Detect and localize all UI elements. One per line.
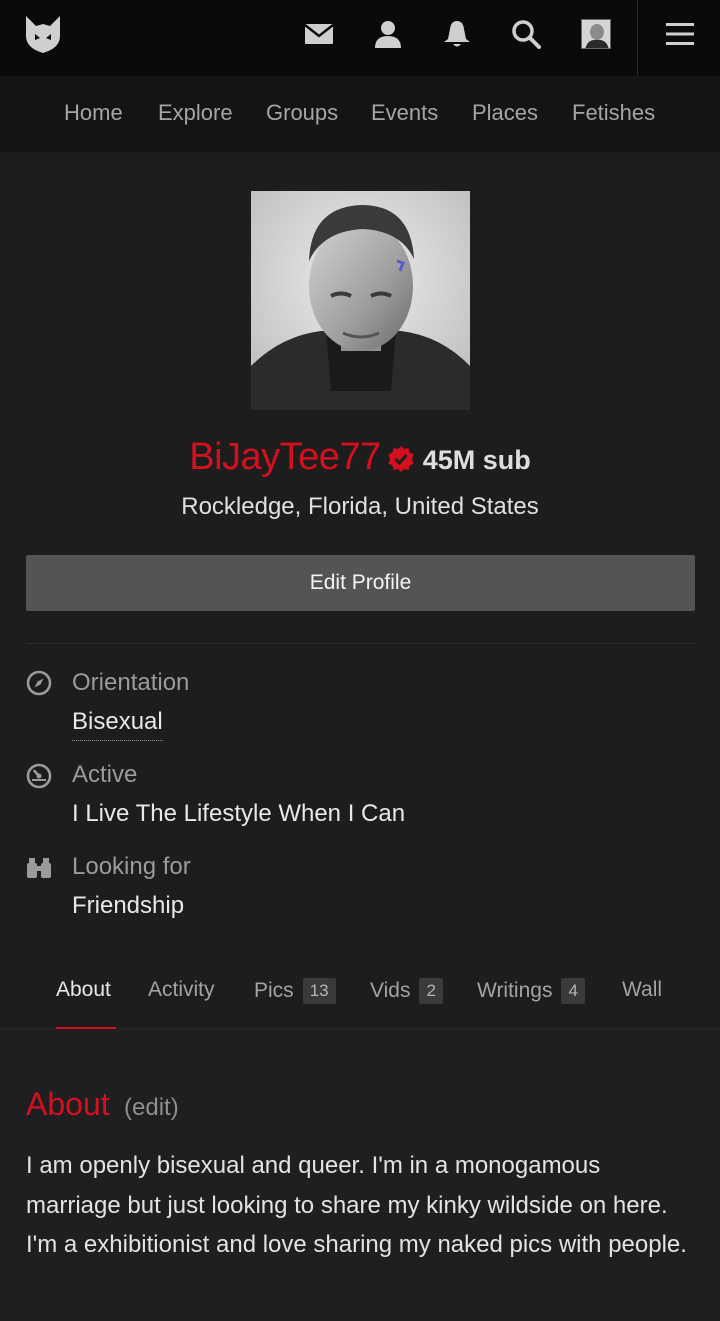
- nav-home[interactable]: Home: [64, 100, 123, 126]
- tab-pics-label: Pics: [254, 979, 294, 1002]
- profile-icon[interactable]: [370, 16, 406, 52]
- active-label: Active: [72, 761, 138, 788]
- verified-badge-icon: [387, 445, 415, 473]
- looking-for-value: Friendship: [72, 892, 185, 919]
- edit-profile-button[interactable]: Edit Profile: [26, 555, 695, 611]
- vids-count-badge: 2: [419, 978, 443, 1004]
- tab-about[interactable]: About: [56, 978, 111, 1002]
- gauge-icon: [26, 763, 52, 789]
- age-gender-role-tag: 45M sub: [422, 444, 531, 475]
- writings-count-badge: 4: [561, 978, 585, 1004]
- nav-events[interactable]: Events: [371, 100, 438, 126]
- pics-count-badge: 13: [302, 978, 336, 1004]
- fetlife-logo-icon[interactable]: [24, 14, 62, 54]
- tab-vids-label: Vids: [370, 979, 411, 1002]
- profile-photo[interactable]: [251, 191, 470, 410]
- about-heading: About: [26, 1086, 110, 1122]
- tab-activity-label: Activity: [148, 978, 215, 1001]
- nav-groups[interactable]: Groups: [266, 100, 338, 126]
- tab-wall[interactable]: Wall: [622, 978, 662, 1002]
- about-text: I am openly bisexual and queer. I'm in a…: [26, 1152, 687, 1258]
- section-divider: [26, 643, 695, 644]
- tab-vids[interactable]: Vids 2: [370, 978, 443, 1004]
- nav-explore[interactable]: Explore: [158, 100, 233, 126]
- top-bar: [0, 0, 720, 76]
- profile-tabs: About Activity Pics 13 Vids 2 Writings 4…: [0, 966, 720, 1028]
- tab-writings-label: Writings: [477, 979, 553, 1002]
- hamburger-menu-icon[interactable]: [662, 16, 698, 52]
- tab-activity[interactable]: Activity: [148, 978, 215, 1002]
- compass-icon: [26, 670, 52, 696]
- active-value: I Live The Lifestyle When I Can: [72, 800, 406, 827]
- orientation-value[interactable]: Bisexual: [72, 708, 163, 741]
- main-nav: Home Explore Groups Events Places Fetish…: [0, 76, 720, 152]
- tab-about-label: About: [56, 978, 111, 1001]
- tab-writings[interactable]: Writings 4: [477, 978, 585, 1004]
- notifications-bell-icon[interactable]: [439, 16, 475, 52]
- search-icon[interactable]: [508, 16, 544, 52]
- nav-places[interactable]: Places: [472, 100, 538, 126]
- looking-for-label: Looking for: [72, 853, 191, 880]
- nav-fetishes[interactable]: Fetishes: [572, 100, 655, 126]
- tab-wall-label: Wall: [622, 978, 663, 1001]
- tab-pics[interactable]: Pics 13: [254, 978, 336, 1004]
- avatar-thumbnail[interactable]: [581, 19, 611, 49]
- about-edit-link[interactable]: (edit): [124, 1094, 179, 1122]
- menu-separator: [637, 0, 638, 76]
- mail-icon[interactable]: [301, 16, 337, 52]
- binoculars-icon: [26, 855, 52, 881]
- profile-location: Rockledge, Florida, United States: [181, 493, 539, 520]
- profile-name-row: BiJayTee77 45M sub: [0, 432, 720, 482]
- username: BiJayTee77: [189, 435, 381, 478]
- orientation-label: Orientation: [72, 669, 190, 696]
